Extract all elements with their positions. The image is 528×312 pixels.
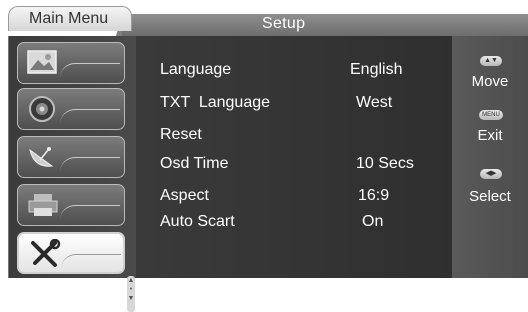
settings-panel: Language English TXT Language West Reset… bbox=[136, 36, 452, 278]
setting-row-reset[interactable]: Reset bbox=[160, 126, 450, 150]
top-bar: Setup Main Menu bbox=[0, 0, 528, 36]
setting-value: 16:9 bbox=[358, 187, 390, 204]
sidebar-item-setup[interactable] bbox=[17, 232, 125, 274]
setting-label: TXT Language bbox=[160, 94, 271, 111]
item-decoration bbox=[60, 109, 120, 124]
printer-icon bbox=[28, 194, 58, 216]
move-hint-label: Move bbox=[471, 73, 509, 90]
sidebar-item-sound[interactable] bbox=[17, 88, 125, 130]
picture-icon bbox=[27, 50, 57, 74]
sidebar-item-channel[interactable] bbox=[17, 136, 125, 178]
setting-row-txt-language[interactable]: TXT Language West bbox=[160, 94, 450, 118]
up-down-arrows-icon: ▲▼ bbox=[480, 56, 502, 66]
item-decoration bbox=[60, 205, 120, 220]
item-decoration bbox=[61, 254, 121, 269]
help-panel: ▲▼ Move MENU Exit ◀▶ Select bbox=[452, 36, 528, 278]
item-decoration bbox=[60, 63, 120, 78]
satellite-dish-icon bbox=[29, 147, 54, 167]
sidebar-scrollbar[interactable]: ▲ • ▼ bbox=[127, 276, 135, 312]
sidebar-item-function[interactable] bbox=[17, 184, 125, 226]
scroll-up-icon: ▲ bbox=[127, 277, 135, 284]
page-title: Setup bbox=[262, 15, 306, 32]
sidebar-item-picture[interactable] bbox=[17, 42, 125, 84]
setting-label: Language bbox=[160, 61, 232, 78]
setting-label: Auto Scart bbox=[160, 213, 235, 230]
setting-value: English bbox=[350, 61, 403, 78]
main-menu-tab[interactable]: Main Menu bbox=[8, 6, 132, 31]
sidebar: ▲ • ▼ bbox=[8, 36, 137, 312]
scroll-down-icon: ▼ bbox=[127, 295, 135, 302]
setting-row-auto-scart[interactable]: Auto Scart On bbox=[160, 213, 450, 237]
setting-value: 10 Secs bbox=[356, 155, 414, 172]
setting-label: Aspect bbox=[160, 187, 209, 204]
item-decoration bbox=[60, 157, 120, 172]
setting-row-osd-time[interactable]: Osd Time 10 Secs bbox=[160, 155, 450, 179]
setting-row-language[interactable]: Language English bbox=[160, 61, 450, 85]
setting-label: Osd Time bbox=[160, 155, 229, 172]
setting-row-aspect[interactable]: Aspect 16:9 bbox=[160, 187, 450, 211]
tools-icon bbox=[31, 239, 61, 267]
left-right-arrows-icon: ◀▶ bbox=[480, 169, 502, 179]
select-hint-label: Select bbox=[469, 188, 511, 205]
scroll-thumb-icon: • bbox=[129, 286, 133, 293]
setting-value: On bbox=[362, 213, 384, 230]
menu-key-icon: MENU bbox=[479, 110, 503, 120]
setting-value: West bbox=[356, 94, 393, 111]
speaker-icon bbox=[29, 96, 55, 122]
setup-header: Setup bbox=[122, 14, 528, 36]
main-menu-label: Main Menu bbox=[29, 10, 109, 27]
setting-label: Reset bbox=[160, 126, 202, 143]
exit-hint-label: Exit bbox=[477, 127, 503, 144]
